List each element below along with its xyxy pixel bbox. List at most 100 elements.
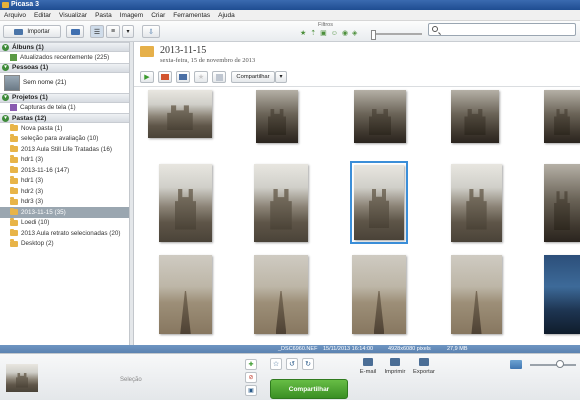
photo-thumbnail[interactable] [451,164,502,242]
clear-button[interactable]: ⊘ [245,372,257,383]
folder-icon [10,123,18,132]
email-button[interactable]: E-mail [353,354,383,375]
menu-criar[interactable]: Criar [151,12,165,19]
albums-header-label: Álbuns (1) [12,43,44,51]
video-filter-icon[interactable]: ▣ [320,30,327,38]
location-filter-icon[interactable]: ◉ [342,30,348,38]
star-tray-button[interactable]: ☆ [270,358,282,370]
photo-thumbnail[interactable] [254,255,308,334]
album-recent[interactable]: Atualizados recentemente (225) [0,52,129,63]
zoom-slider-handle[interactable] [556,360,564,368]
folder-item[interactable]: 2013 Aula Still Life Tratadas (16) [0,144,129,155]
view-details-button[interactable]: ≡ [106,25,120,38]
photo-thumbnail[interactable] [159,164,212,242]
folder-item-selected[interactable]: 2013-11-15 (35) [0,207,129,218]
tray-thumbnail[interactable] [6,364,38,392]
upload-button[interactable] [66,25,84,38]
picasa-icon [2,2,9,8]
menu-bar: Arquivo Editar Visualizar Pasta Imagem C… [0,10,580,21]
share-dropdown-button[interactable]: ▾ [275,71,287,83]
list-view-icon: ≡ [110,28,116,35]
import-label: Importar [27,28,50,35]
folder-item[interactable]: hdr1 (3) [0,176,129,187]
collapse-icon[interactable]: ▾ [2,114,9,122]
photo-thumbnail[interactable] [256,90,298,143]
folder-icon [10,228,18,237]
rotate-left-button[interactable]: ↺ [286,358,298,370]
person-unnamed[interactable]: Sem nome (21) [0,73,129,93]
zoom-slider[interactable] [530,364,576,366]
photo-thumbnail[interactable] [451,90,499,143]
folder-item[interactable]: 2013-11-16 (147) [0,165,129,176]
folder-item[interactable]: seleção para avaliação (10) [0,134,129,145]
folder-item[interactable]: hdr1 (3) [0,155,129,166]
menu-visualizar[interactable]: Visualizar [59,12,87,19]
menu-editar[interactable]: Editar [34,12,51,19]
save-button[interactable] [212,71,226,83]
share-folder-button[interactable]: Compartilhar [231,71,275,83]
star-button[interactable]: ★ [194,71,208,83]
people-header-label: Pessoas (1) [12,64,49,71]
status-datetime: 15/11/2013 16:14:00 [323,346,374,352]
play-icon: ▶ [144,74,150,81]
albums-section-header[interactable]: ▾ Álbuns (1) [0,42,129,52]
star-filter-icon[interactable]: ★ [300,30,306,38]
folder-label: Loedi (10) [21,219,50,227]
people-button[interactable]: ⇩ [142,25,160,38]
photo-thumbnail[interactable] [544,90,580,143]
print-button[interactable]: Imprimir [380,354,410,375]
folders-section-header[interactable]: ▾ Pastas (12) [0,113,129,123]
menu-ajuda[interactable]: Ajuda [218,12,235,19]
folder-item[interactable]: Nova pasta (1) [0,123,129,134]
face-filter-icon[interactable]: ☺ [331,30,338,38]
photo-thumbnail[interactable] [354,90,406,143]
menu-imagem[interactable]: Imagem [120,12,143,19]
folder-item[interactable]: Loedi (10) [0,218,129,229]
photo-thumbnail-selected[interactable] [350,161,408,244]
email-icon [363,358,373,366]
menu-pasta[interactable]: Pasta [95,12,112,19]
movie-button[interactable] [176,71,190,83]
folder-item[interactable]: hdr3 (3) [0,197,129,208]
project-screenshots[interactable]: Capturas de tela (1) [0,103,129,114]
folder-item[interactable]: Desktop (2) [0,239,129,250]
folder-item[interactable]: hdr2 (3) [0,186,129,197]
photo-thumbnail[interactable] [544,164,580,242]
share-button[interactable]: Compartilhar [270,379,348,399]
photo-thumbnail[interactable] [544,255,580,334]
date-filter-slider[interactable] [371,30,422,40]
projects-section-header[interactable]: ▾ Projetos (1) [0,92,129,103]
photo-thumbnail[interactable] [352,255,406,334]
thumbnail-grid [134,87,580,345]
photo-thumbnail[interactable] [254,164,308,242]
search-input[interactable] [428,23,576,36]
chevron-down-icon: ▾ [126,29,130,35]
upload-filter-icon[interactable]: ⇡ [310,30,316,38]
view-grid-button[interactable]: ☰ [90,25,104,38]
menu-arquivo[interactable]: Arquivo [4,12,26,19]
slideshow-button[interactable]: ▶ [140,71,154,83]
photo-thumbnail[interactable] [159,255,212,334]
photo-thumbnail[interactable] [148,90,212,138]
collapse-icon[interactable]: ▾ [2,43,9,51]
share-button-label: Compartilhar [288,385,330,393]
rotate-right-button[interactable]: ↻ [302,358,314,370]
view-dropdown-button[interactable]: ▾ [122,25,134,38]
import-button[interactable]: Importar [3,25,61,38]
album-button[interactable]: ▣ [245,385,257,396]
folder-item[interactable]: 2013 Aula retrato selecionadas (20) [0,228,129,239]
disk-icon [215,73,223,81]
folder-title: 2013-11-15 [160,45,207,56]
hold-button[interactable]: ✚ [245,359,257,370]
collapse-icon[interactable]: ▾ [2,64,9,71]
folder-label: Nova pasta (1) [21,124,63,132]
folder-label: seleção para avaliação (10) [21,135,99,143]
tag-filter-icon[interactable]: ◈ [352,30,357,38]
export-button[interactable]: Exportar [409,354,439,375]
people-section-header[interactable]: ▾ Pessoas (1) [0,62,129,73]
menu-ferramentas[interactable]: Ferramentas [173,12,210,19]
collapse-icon[interactable]: ▾ [2,94,9,101]
collage-button[interactable] [158,71,172,83]
person-label: Sem nome (21) [23,79,67,86]
photo-thumbnail[interactable] [451,255,502,334]
